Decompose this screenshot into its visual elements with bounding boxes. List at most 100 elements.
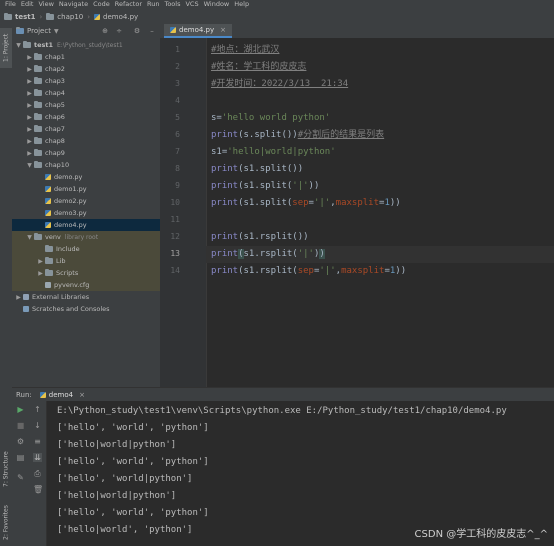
collapsed-arrow-icon[interactable]: ▶ (26, 54, 33, 61)
code-token: #分割后的结果是列表 (297, 130, 385, 140)
code-token: '|' (313, 198, 331, 208)
collapsed-arrow-icon[interactable]: ▶ (26, 114, 33, 121)
scroll-up-icon[interactable]: ↑ (33, 405, 42, 414)
collapsed-arrow-icon[interactable]: ▶ (26, 78, 33, 85)
rerun-icon[interactable]: ▶ (16, 405, 25, 414)
settings-icon[interactable]: ⚙ (16, 437, 25, 446)
code-token: (s1.split()) (238, 164, 304, 174)
tree-item-chap8[interactable]: ▶ chap8 (12, 135, 160, 147)
tree-item-lib[interactable]: ▶ Lib (12, 255, 160, 267)
folder-icon (34, 161, 42, 168)
tree-item-scripts[interactable]: ▶ Scripts (12, 267, 160, 279)
folder-icon (45, 245, 53, 252)
tab-structure[interactable]: 7: Structure (0, 444, 12, 494)
chevron-right-icon: › (87, 12, 91, 21)
menu-item-code[interactable]: Code (93, 0, 110, 9)
tree-item-scratches-and-consoles[interactable]: Scratches and Consoles (12, 303, 160, 315)
tree-item-demo1-py[interactable]: demo1.py (12, 183, 160, 195)
menu-item-tools[interactable]: Tools (164, 0, 180, 9)
tree-item-external-libraries[interactable]: ▶ External Libraries (12, 291, 160, 303)
expanded-arrow-icon[interactable]: ▼ (26, 162, 33, 169)
console-output-line: ['hello|world|python'] (57, 491, 177, 501)
collapsed-arrow-icon[interactable]: ▶ (37, 258, 44, 265)
gear-icon[interactable]: ⚙ (133, 27, 141, 35)
line-number: 13 (170, 249, 180, 258)
collapsed-arrow-icon[interactable]: ▶ (26, 90, 33, 97)
menu-item-navigate[interactable]: Navigate (59, 0, 88, 9)
code-token: print (211, 198, 239, 208)
watermark: CSDN @学工科的皮皮志^_^ (414, 529, 548, 540)
folder-icon (34, 101, 42, 108)
python-file-icon (45, 222, 51, 228)
collapsed-arrow-icon[interactable]: ▶ (26, 150, 33, 157)
chevron-down-icon[interactable]: ▼ (54, 28, 59, 35)
breadcrumb-project[interactable]: test1 (4, 12, 35, 21)
close-icon[interactable]: × (220, 26, 226, 34)
clear-icon[interactable]: 🗑 (33, 485, 43, 494)
collapsed-arrow-icon[interactable]: ▶ (26, 138, 33, 145)
expanded-arrow-icon[interactable]: ▼ (15, 42, 22, 49)
code-token: sep (292, 198, 309, 208)
scroll-down-icon[interactable]: ↓ (33, 421, 42, 430)
tree-item-venv[interactable]: ▼ venv library root (12, 231, 160, 243)
breadcrumb-folder[interactable]: chap10 (46, 12, 83, 21)
menu-item-file[interactable]: File (5, 0, 16, 9)
tree-item-demo3-py[interactable]: demo3.py (12, 207, 160, 219)
hide-icon[interactable]: – (148, 27, 156, 35)
collapsed-arrow-icon[interactable]: ▶ (26, 66, 33, 73)
collapsed-arrow-icon[interactable]: ▶ (37, 270, 44, 277)
line-number: 7 (175, 147, 180, 156)
tree-item-demo-py[interactable]: demo.py (12, 171, 160, 183)
tree-item-chap4[interactable]: ▶ chap4 (12, 87, 160, 99)
tree-item-demo2-py[interactable]: demo2.py (12, 195, 160, 207)
project-view-selector[interactable]: Project (27, 27, 51, 35)
code-token: '|' (319, 266, 336, 276)
collapsed-arrow-icon[interactable]: ▶ (26, 126, 33, 133)
collapsed-arrow-icon[interactable]: ▶ (15, 294, 22, 301)
tab-project[interactable]: 1: Project (0, 28, 12, 68)
locate-icon[interactable]: ⊕ (101, 27, 109, 35)
tree-item-chap9[interactable]: ▶ chap9 (12, 147, 160, 159)
tree-item-chap7[interactable]: ▶ chap7 (12, 123, 160, 135)
menu-item-view[interactable]: View (38, 0, 53, 9)
python-file-icon (45, 210, 51, 216)
tree-item-test1[interactable]: ▼ test1 E:\Python_study\test1 (12, 39, 160, 51)
close-icon[interactable]: × (79, 391, 85, 399)
tree-item-pyvenv-cfg[interactable]: pyvenv.cfg (12, 279, 160, 291)
stop-icon[interactable]: ■ (16, 421, 25, 430)
collapsed-arrow-icon[interactable]: ▶ (26, 102, 33, 109)
tree-item-label: chap4 (45, 89, 65, 97)
code-line: print(s1.rsplit(sep='|',maxsplit=1)) (211, 263, 406, 280)
run-tab-demo4[interactable]: demo4 (49, 391, 73, 399)
scroll-to-end-icon[interactable]: ⇊ (33, 453, 42, 462)
editor-tab-demo4[interactable]: demo4.py × (164, 24, 232, 38)
pin-icon[interactable]: ✎ (16, 473, 25, 482)
tree-item-chap5[interactable]: ▶ chap5 (12, 99, 160, 111)
menu-item-edit[interactable]: Edit (21, 0, 34, 9)
tree-item-chap3[interactable]: ▶ chap3 (12, 75, 160, 87)
breadcrumb-file[interactable]: demo4.py (94, 13, 138, 21)
code-token: print (211, 232, 239, 242)
tree-item-demo4-py[interactable]: demo4.py (12, 219, 160, 231)
collapse-all-icon[interactable]: ÷ (115, 27, 123, 35)
code-line: s='hello world python' (211, 110, 330, 127)
code-editor[interactable]: #地点：湖北武汉 #姓名：学工科的皮皮志 #开发时间：2022/3/13 21:34… (206, 38, 554, 388)
layout-icon[interactable]: ▤ (16, 453, 25, 462)
menu-item-run[interactable]: Run (147, 0, 159, 9)
tree-item-include[interactable]: Include (12, 243, 160, 255)
soft-wrap-icon[interactable]: ≡ (33, 437, 42, 446)
expanded-arrow-icon[interactable]: ▼ (26, 234, 33, 241)
tree-item-chap10[interactable]: ▼ chap10 (12, 159, 160, 171)
menu-item-window[interactable]: Window (204, 0, 230, 9)
tree-item-chap2[interactable]: ▶ chap2 (12, 63, 160, 75)
tab-favorites[interactable]: 2: Favorites (0, 500, 12, 546)
line-gutter: 1 2 3 4 5 6 7 8 9 10 11 12 13 14 (160, 38, 206, 388)
tree-item-chap1[interactable]: ▶ chap1 (12, 51, 160, 63)
code-token: maxsplit (341, 266, 385, 276)
tree-item-chap6[interactable]: ▶ chap6 (12, 111, 160, 123)
code-token: (s1.split( (238, 181, 293, 191)
menu-item-refactor[interactable]: Refactor (115, 0, 142, 9)
menu-item-vcs[interactable]: VCS (185, 0, 198, 9)
menu-item-help[interactable]: Help (234, 0, 249, 9)
print-icon[interactable]: ⎙ (33, 469, 42, 478)
